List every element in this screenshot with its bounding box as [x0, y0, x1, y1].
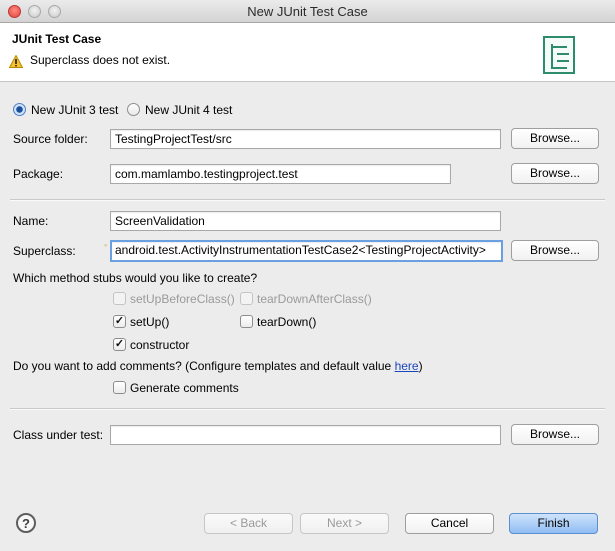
separator-bottom [10, 408, 605, 410]
method-stubs-question: Which method stubs would you like to cre… [13, 271, 258, 285]
junit4-label[interactable]: New JUnit 4 test [145, 103, 232, 117]
teardown-after-class-label: tearDownAfterClass() [257, 292, 372, 306]
package-input[interactable]: com.mamlambo.testingproject.test [110, 164, 451, 184]
setup-label[interactable]: setUp() [130, 315, 169, 329]
junit4-radio[interactable] [127, 103, 140, 116]
name-input[interactable]: ScreenValidation [110, 211, 501, 231]
source-folder-input[interactable]: TestingProjectTest/src [110, 129, 501, 149]
comments-question: Do you want to add comments? (Configure … [13, 359, 423, 373]
cancel-button[interactable]: Cancel [405, 513, 494, 534]
generate-comments-checkbox[interactable] [113, 381, 126, 394]
setup-before-class-checkbox[interactable] [113, 292, 126, 305]
separator-top [10, 199, 605, 201]
title-bar: New JUnit Test Case [0, 0, 615, 23]
junit-wizard-icon [543, 36, 575, 74]
setup-before-class-label: setUpBeforeClass() [130, 292, 235, 306]
configure-templates-link[interactable]: here [395, 359, 419, 373]
dialog-window: New JUnit Test Case JUnit Test Case Supe… [0, 0, 615, 551]
constructor-checkbox[interactable]: ✓ [113, 338, 126, 351]
package-label: Package: [13, 167, 64, 181]
finish-button[interactable]: Finish [509, 513, 598, 534]
constructor-label[interactable]: constructor [130, 338, 189, 352]
class-under-test-input[interactable] [110, 425, 501, 445]
window-title: New JUnit Test Case [247, 4, 368, 19]
teardown-after-class-checkbox[interactable] [240, 292, 253, 305]
source-folder-browse-button[interactable]: Browse... [511, 128, 599, 149]
class-under-test-label: Class under test: [13, 428, 104, 442]
junit3-radio[interactable] [13, 103, 26, 116]
comments-question-text: Do you want to add comments? (Configure … [13, 359, 395, 373]
next-button[interactable]: Next > [300, 513, 389, 534]
teardown-label[interactable]: tearDown() [257, 315, 316, 329]
help-button[interactable]: ? [16, 513, 36, 533]
comments-question-suffix: ) [418, 359, 423, 373]
back-button[interactable]: < Back [204, 513, 293, 534]
generate-comments-label[interactable]: Generate comments [130, 381, 239, 395]
wizard-title: JUnit Test Case [12, 32, 102, 46]
setup-checkbox[interactable]: ✓ [113, 315, 126, 328]
class-under-test-browse-button[interactable]: Browse... [511, 424, 599, 445]
superclass-input[interactable]: android.test.ActivityInstrumentationTest… [110, 240, 503, 262]
teardown-checkbox[interactable] [240, 315, 253, 328]
warning-icon [9, 55, 23, 68]
wizard-banner: JUnit Test Case Superclass does not exis… [0, 23, 615, 82]
junit3-label[interactable]: New JUnit 3 test [31, 103, 118, 117]
superclass-browse-button[interactable]: Browse... [511, 240, 599, 261]
superclass-label: Superclass: [13, 244, 76, 258]
content-assist-hint-icon: ◦ [104, 240, 108, 250]
source-folder-label: Source folder: [13, 132, 88, 146]
package-browse-button[interactable]: Browse... [511, 163, 599, 184]
name-label: Name: [13, 214, 49, 228]
wizard-message: Superclass does not exist. [30, 53, 171, 67]
